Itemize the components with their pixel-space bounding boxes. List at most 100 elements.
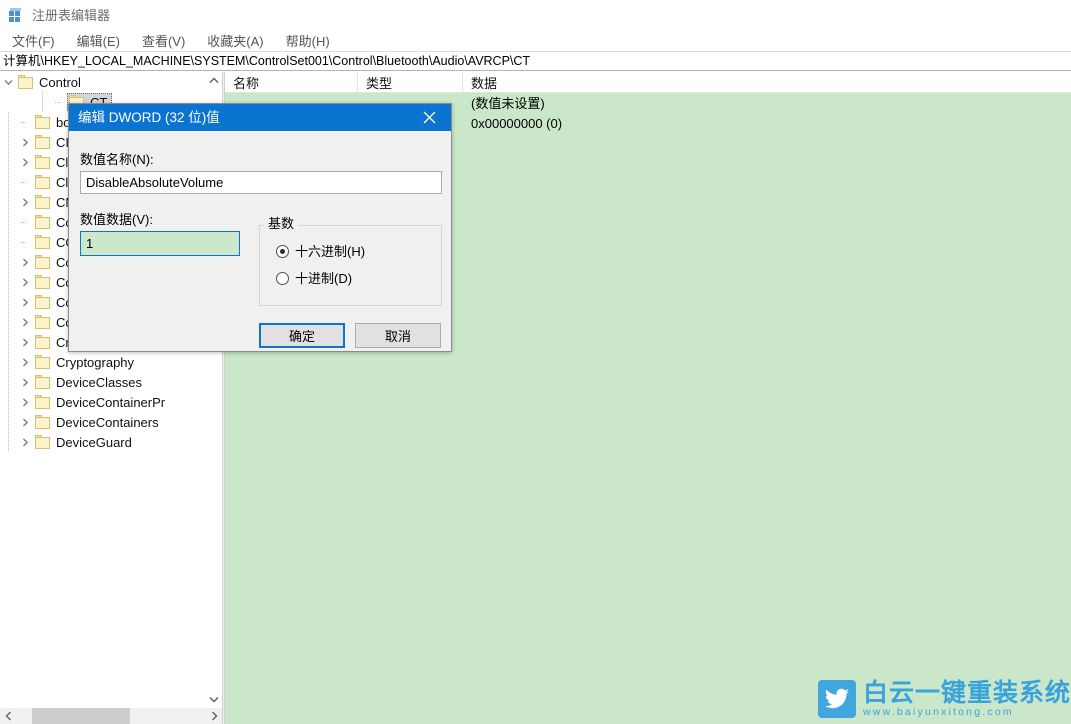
folder-icon [35,375,51,389]
menu-favorites[interactable]: 收藏夹(A) [207,29,273,52]
column-header-type[interactable]: 类型 [358,72,463,92]
dialog-body: 数值名称(N): 数值数据(V): 基数 十六进制(H) 十进制(D) 确定 取… [69,131,451,351]
folder-icon [35,115,51,129]
close-icon[interactable] [407,104,451,131]
tree-guide-line [8,272,9,292]
folder-icon [35,335,51,349]
watermark-url: www.baiyunxitong.com [863,706,1071,719]
base-groupbox [259,225,442,306]
tree-item-control[interactable]: Control [0,72,206,92]
chevron-right-icon[interactable] [17,272,33,292]
radio-decimal-mark [276,272,289,285]
tree-guide-line [8,192,9,212]
tree-item-label: Control [39,75,81,89]
address-bar[interactable]: 计算机\HKEY_LOCAL_MACHINE\SYSTEM\ControlSet… [0,51,1071,71]
watermark: 白云一键重装系统 www.baiyunxitong.com [818,679,1063,719]
radio-hexadecimal[interactable]: 十六进制(H) [276,245,365,258]
registry-path-text: 计算机\HKEY_LOCAL_MACHINE\SYSTEM\ControlSet… [3,55,530,68]
tree-item-content: DeviceContainerPr [33,393,170,411]
tree-horizontal-scrollbar[interactable] [0,708,222,724]
column-header-name[interactable]: 名称 [225,72,358,92]
window-title-bar: 注册表编辑器 [0,0,1071,29]
chevron-right-icon[interactable] [17,192,33,212]
tree-guide-line [8,372,9,392]
chevron-right-icon[interactable] [17,412,33,432]
chevron-right-icon[interactable] [17,252,33,272]
tree-guide-line [8,132,9,152]
tree-item-content: DeviceContainers [33,413,164,431]
chevron-right-icon[interactable] [17,352,33,372]
chevron-down-icon[interactable] [0,72,16,92]
folder-icon [35,435,51,449]
tree-guide-line [8,352,9,372]
menu-help[interactable]: 帮助(H) [286,29,340,52]
tree-item-deviceclasses[interactable]: DeviceClasses [0,372,206,392]
menu-edit[interactable]: 编辑(E) [77,29,130,52]
cell-data: 0x00000000 (0) [463,117,1063,130]
menu-file[interactable]: 文件(F) [12,29,65,52]
tree-item-content: DeviceClasses [33,373,147,391]
tree-guide-line [8,292,9,312]
chevron-right-icon[interactable] [17,292,33,312]
folder-icon [35,395,51,409]
bird-logo-icon [818,680,856,718]
tree-item-content: Cryptography [33,353,139,371]
tree-guide-line [8,172,9,192]
folder-icon [35,215,51,229]
hscroll-track[interactable] [16,708,206,724]
value-data-input[interactable] [80,231,240,256]
tree-leaf-spacer [17,172,33,192]
hscroll-thumb[interactable] [32,708,130,724]
chevron-right-icon[interactable] [17,392,33,412]
column-header-data[interactable]: 数据 [463,72,1071,92]
value-data-label: 数值数据(V): [80,213,153,226]
hscroll-right-arrow[interactable] [206,708,222,724]
tree-item-label: DeviceContainers [56,415,159,429]
folder-icon [35,135,51,149]
tree-guide-line [8,252,9,272]
edit-dword-dialog: 编辑 DWORD (32 位)值 数值名称(N): 数值数据(V): 基数 十六… [68,103,452,352]
tree-item-label: DeviceClasses [56,375,142,389]
value-name-label: 数值名称(N): [80,153,154,166]
ok-button[interactable]: 确定 [259,323,345,348]
menu-view[interactable]: 查看(V) [142,29,195,52]
radio-decimal-label: 十进制(D) [295,272,352,285]
dialog-title-bar: 编辑 DWORD (32 位)值 [69,104,451,131]
radio-hexadecimal-mark [276,245,289,258]
radio-decimal[interactable]: 十进制(D) [276,272,352,285]
folder-icon [35,195,51,209]
hscroll-left-arrow[interactable] [0,708,16,724]
tree-item-devicecontainerpr[interactable]: DeviceContainerPr [0,392,206,412]
cell-data: (数值未设置) [463,97,1063,110]
chevron-right-icon[interactable] [17,332,33,352]
tree-guide-line [8,212,9,232]
tree-item-deviceguard[interactable]: DeviceGuard [0,432,206,452]
tree-scroll-up-arrow[interactable] [206,72,222,89]
tree-guide-line [8,112,9,132]
tree-guide-line [42,92,43,112]
folder-icon [35,355,51,369]
chevron-right-icon[interactable] [17,152,33,172]
chevron-right-icon[interactable] [17,132,33,152]
folder-icon [35,315,51,329]
watermark-text: 白云一键重装系统 www.baiyunxitong.com [863,680,1071,719]
cancel-button[interactable]: 取消 [355,323,441,348]
folder-icon [35,275,51,289]
folder-icon [35,235,51,249]
chevron-right-icon[interactable] [17,372,33,392]
tree-item-content: DeviceGuard [33,433,137,451]
value-name-input[interactable] [80,171,442,194]
folder-icon [35,175,51,189]
tree-scroll-down-arrow[interactable] [206,691,222,708]
base-group-label: 基数 [264,217,298,230]
chevron-right-icon[interactable] [17,432,33,452]
tree-item-label: DeviceGuard [56,435,132,449]
tree-item-label: DeviceContainerPr [56,395,165,409]
tree-item-devicecontainers[interactable]: DeviceContainers [0,412,206,432]
chevron-right-icon[interactable] [17,312,33,332]
window-title: 注册表编辑器 [32,8,110,22]
tree-item-cryptography[interactable]: Cryptography [0,352,206,372]
watermark-title: 白云一键重装系统 [863,680,1071,706]
folder-icon [35,155,51,169]
menu-bar: 文件(F) 编辑(E) 查看(V) 收藏夹(A) 帮助(H) [0,29,1071,51]
